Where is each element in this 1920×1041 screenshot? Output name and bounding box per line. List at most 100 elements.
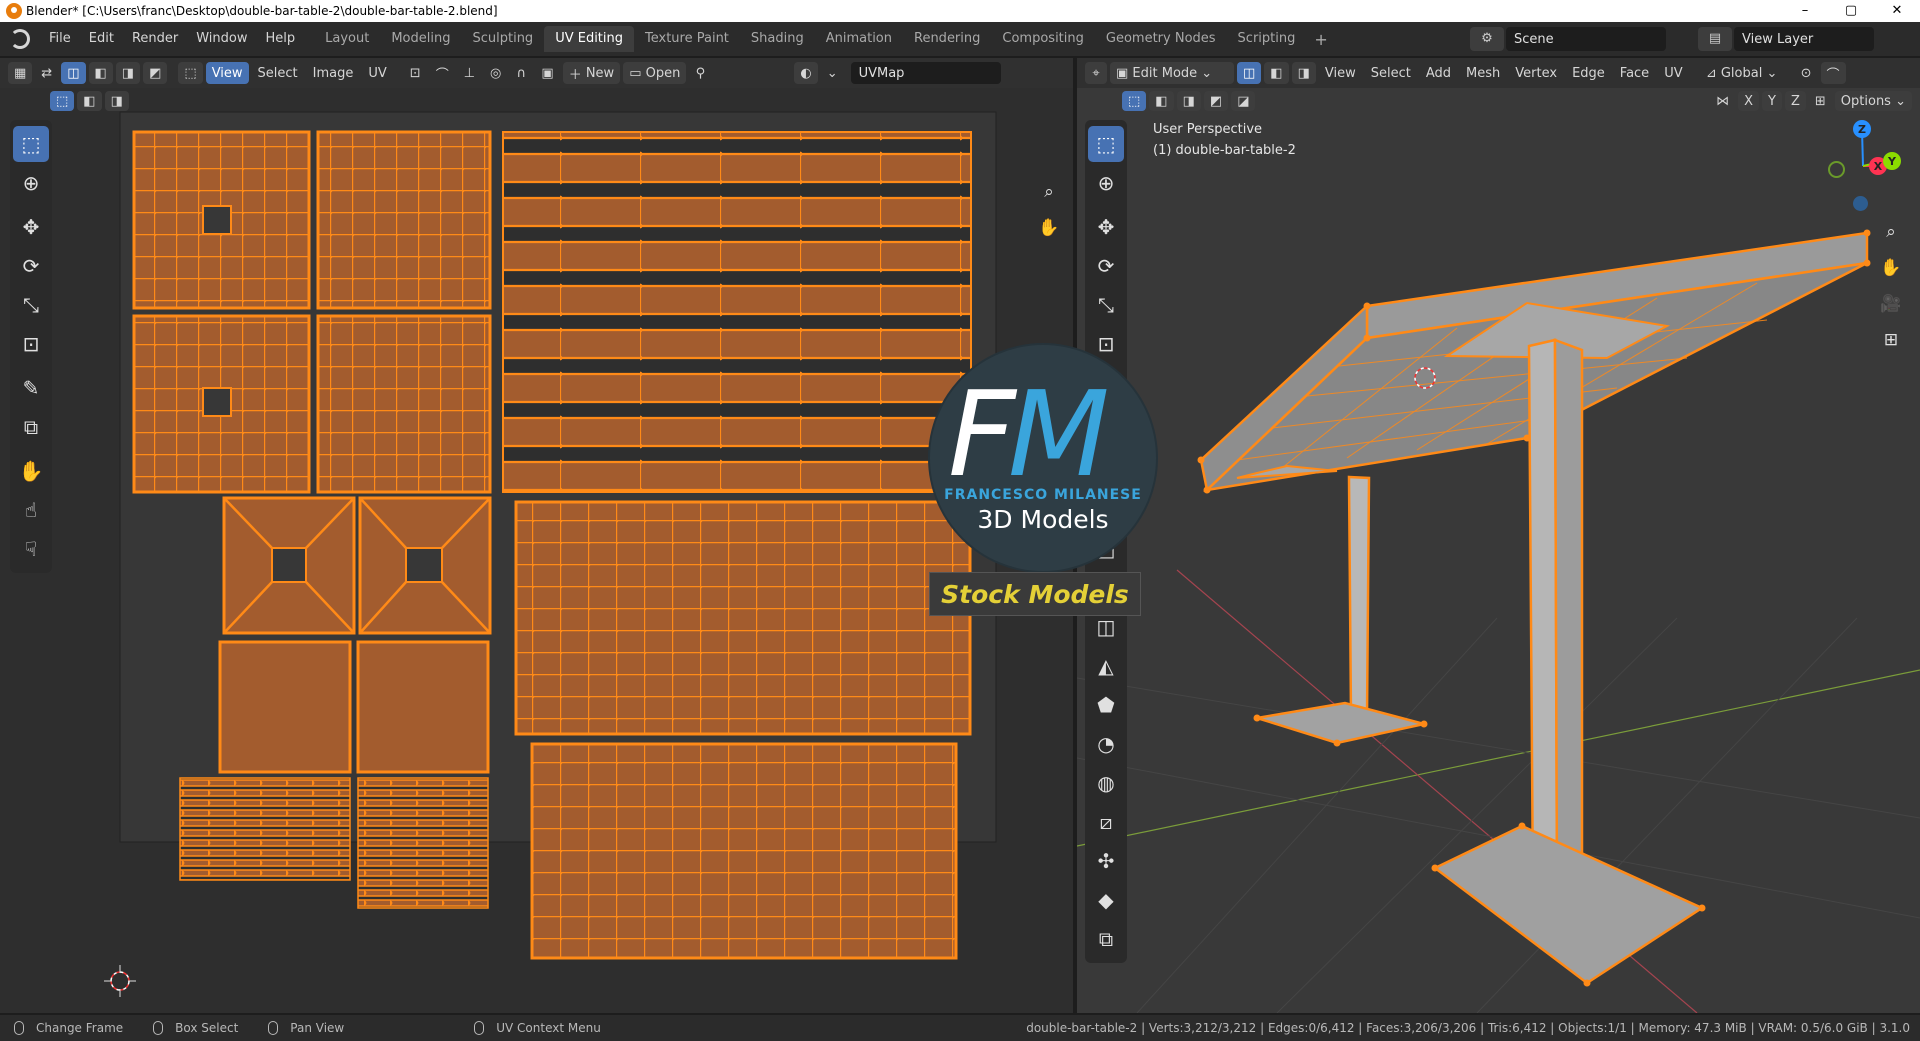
- shrink-fatten-icon[interactable]: ✣: [1088, 843, 1124, 879]
- tab-modeling[interactable]: Modeling: [380, 26, 461, 52]
- tab-shading[interactable]: Shading: [740, 26, 815, 52]
- uv-island-strips[interactable]: [179, 777, 351, 881]
- blender-logo-icon[interactable]: [10, 29, 30, 49]
- vp-rotate-icon[interactable]: ⟳: [1088, 248, 1124, 284]
- select-box-icon[interactable]: ⬚: [13, 126, 49, 162]
- mirror-z-toggle[interactable]: Z: [1784, 91, 1806, 111]
- viewport-edge-menu[interactable]: Edge: [1566, 62, 1611, 84]
- grid-toggle-icon[interactable]: ⊞: [1877, 326, 1905, 354]
- viewport-snap-icon[interactable]: ⌒: [1820, 62, 1846, 84]
- rip-region-icon[interactable]: ⧉: [1088, 921, 1124, 957]
- pinch-icon[interactable]: ☟: [13, 531, 49, 567]
- vp-move-icon[interactable]: ✥: [1088, 209, 1124, 245]
- vp-select-intersect-icon[interactable]: ◪: [1231, 91, 1256, 111]
- tab-sculpting[interactable]: Sculpting: [461, 26, 544, 52]
- shear-icon[interactable]: ◆: [1088, 882, 1124, 918]
- maximize-button[interactable]: ▢: [1828, 0, 1874, 22]
- uv-editor[interactable]: ▦ ⇄ ◫ ◧ ◨ ◩ ⬚ View Select Image UV ⊡ ⌒ ⊥…: [0, 58, 1073, 1013]
- uv-island-tabletop[interactable]: [514, 500, 972, 736]
- minimize-button[interactable]: –: [1782, 0, 1828, 22]
- uv-island-tabletop[interactable]: [530, 742, 958, 960]
- gizmo-neg-y-axis[interactable]: [1828, 161, 1845, 178]
- add-workspace-button[interactable]: +: [1306, 30, 1335, 49]
- pivot-icon[interactable]: ⊙: [1795, 62, 1818, 84]
- menu-edit[interactable]: Edit: [80, 22, 123, 56]
- viewport-editor-type-icon[interactable]: ⌖: [1085, 62, 1107, 84]
- viewport-scene[interactable]: [1077, 58, 1920, 1013]
- vp-cursor-icon[interactable]: ⊕: [1088, 165, 1124, 201]
- viewport-mesh-menu[interactable]: Mesh: [1460, 62, 1506, 84]
- view-layer-selector-icon[interactable]: ▤: [1698, 27, 1732, 51]
- tab-layout[interactable]: Layout: [314, 26, 380, 52]
- navigation-gizmo[interactable]: Z X Y: [1817, 118, 1907, 211]
- pan-hand-icon[interactable]: ✋: [1035, 214, 1063, 242]
- tab-scripting[interactable]: Scripting: [1227, 26, 1307, 52]
- mirror-y-toggle[interactable]: Y: [1762, 91, 1782, 111]
- view-layer-field[interactable]: View Layer: [1734, 27, 1874, 51]
- viewport-view-menu[interactable]: View: [1319, 62, 1362, 84]
- mode-selector[interactable]: ▣ Edit Mode ⌄: [1110, 62, 1234, 84]
- viewport-select-menu[interactable]: Select: [1365, 62, 1417, 84]
- tab-animation[interactable]: Animation: [815, 26, 903, 52]
- vp-select-invert-icon[interactable]: ◩: [1203, 91, 1229, 111]
- 2d-cursor-icon[interactable]: [104, 965, 136, 997]
- uv-island[interactable]: [356, 640, 490, 774]
- options-dropdown[interactable]: Options ⌄: [1834, 91, 1912, 111]
- mirror-icon[interactable]: ⋈: [1710, 91, 1735, 111]
- viewport-uv-menu[interactable]: UV: [1658, 62, 1688, 84]
- gizmo-y-axis[interactable]: Y: [1883, 152, 1901, 170]
- menu-window[interactable]: Window: [187, 22, 256, 56]
- vp-select-subtract-icon[interactable]: ◨: [1176, 91, 1201, 111]
- viewport-vertex-menu[interactable]: Vertex: [1509, 62, 1563, 84]
- uv-island[interactable]: [218, 640, 352, 774]
- relax-icon[interactable]: ☝: [13, 492, 49, 528]
- tab-texture-paint[interactable]: Texture Paint: [634, 26, 740, 52]
- close-window-button[interactable]: ✕: [1874, 0, 1920, 22]
- gizmo-z-axis[interactable]: Z: [1853, 120, 1871, 138]
- move-icon[interactable]: ✥: [13, 209, 49, 245]
- uv-island-planks[interactable]: [502, 131, 972, 493]
- scene-selector-icon[interactable]: ⚙: [1470, 27, 1504, 51]
- gizmo-neg-z-axis[interactable]: [1853, 196, 1868, 211]
- face-mode-icon[interactable]: ◨: [1291, 62, 1316, 84]
- spin-icon[interactable]: ◔: [1088, 726, 1124, 762]
- vp-select-box-icon[interactable]: ⬚: [1088, 126, 1124, 162]
- camera-icon[interactable]: 🎥: [1877, 290, 1905, 318]
- tab-geometry-nodes[interactable]: Geometry Nodes: [1095, 26, 1227, 52]
- mirror-x-toggle[interactable]: X: [1738, 91, 1760, 111]
- 3d-viewport[interactable]: ⌖ ▣ Edit Mode ⌄ ◫ ◧ ◨ View Select Add Me…: [1077, 58, 1920, 1013]
- uv-canvas[interactable]: [0, 58, 1073, 1013]
- menu-help[interactable]: Help: [257, 22, 305, 56]
- rip-icon[interactable]: ⧉: [13, 409, 49, 445]
- menu-render[interactable]: Render: [123, 22, 187, 56]
- tab-compositing[interactable]: Compositing: [991, 26, 1095, 52]
- cursor-icon[interactable]: ⊕: [13, 165, 49, 201]
- vp-select-new-icon[interactable]: ⬚: [1122, 91, 1147, 111]
- vertex-mode-icon[interactable]: ◫: [1237, 62, 1262, 84]
- rotate-icon[interactable]: ⟳: [13, 248, 49, 284]
- menu-file[interactable]: File: [40, 22, 80, 56]
- vp-select-extend-icon[interactable]: ◧: [1149, 91, 1174, 111]
- uv-island[interactable]: [316, 314, 492, 494]
- vp-zoom-icon[interactable]: ⌕: [1877, 218, 1905, 246]
- auto-merge-icon[interactable]: ⊞: [1809, 91, 1832, 111]
- grab-icon[interactable]: ✋: [13, 453, 49, 489]
- annotate-icon[interactable]: ✎: [13, 370, 49, 406]
- viewport-face-menu[interactable]: Face: [1614, 62, 1655, 84]
- uv-island-strips[interactable]: [357, 777, 489, 909]
- edge-slide-icon[interactable]: ⧄: [1088, 804, 1124, 840]
- poly-build-icon[interactable]: ⬟: [1088, 687, 1124, 723]
- uv-island[interactable]: [316, 130, 492, 310]
- zoom-icon[interactable]: ⌕: [1035, 178, 1063, 206]
- tab-rendering[interactable]: Rendering: [903, 26, 991, 52]
- transform-icon[interactable]: ⊡: [13, 326, 49, 362]
- tab-uv-editing[interactable]: UV Editing: [544, 26, 635, 52]
- smooth-icon[interactable]: ◍: [1088, 765, 1124, 801]
- vp-pan-hand-icon[interactable]: ✋: [1877, 254, 1905, 282]
- scale-icon[interactable]: ⤡: [13, 287, 49, 323]
- edge-mode-icon[interactable]: ◧: [1264, 62, 1289, 84]
- transform-orientation-dropdown[interactable]: ⊿ Global ⌄: [1692, 62, 1792, 84]
- table-mesh[interactable]: [1077, 58, 1871, 987]
- viewport-add-menu[interactable]: Add: [1420, 62, 1457, 84]
- vp-scale-icon[interactable]: ⤡: [1088, 287, 1124, 323]
